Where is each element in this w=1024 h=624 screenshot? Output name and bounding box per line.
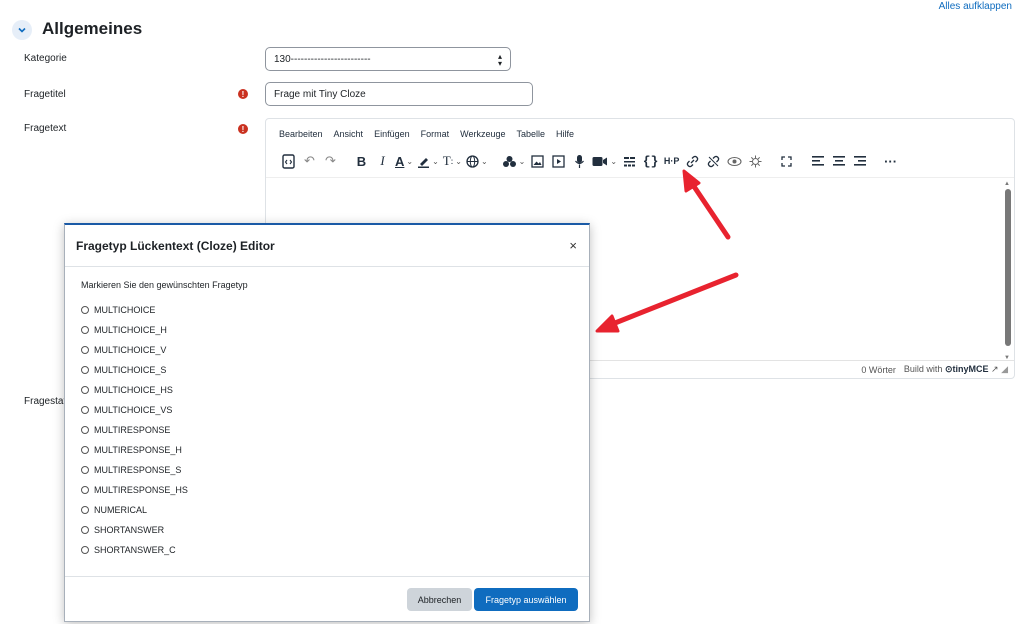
title-value: Frage mit Tiny Cloze: [274, 89, 366, 100]
more-icon[interactable]: ···: [880, 151, 901, 171]
radio-button[interactable]: [81, 346, 89, 354]
required-icon: !: [238, 89, 248, 99]
option-multichoice-v[interactable]: MULTICHOICE_V: [81, 345, 166, 355]
radio-button[interactable]: [81, 306, 89, 314]
radio-button[interactable]: [81, 506, 89, 514]
align-center-icon[interactable]: [828, 151, 849, 171]
editor-toolbar: ↶ ↷ B I A ⌄ ⌄ T: ⌄ ⌄ ⌄ ⌄ {} H·P ···: [278, 151, 901, 171]
section-collapse-toggle[interactable]: [12, 20, 32, 40]
menu-einfuegen[interactable]: Einfügen: [374, 129, 410, 139]
no-autolink-icon[interactable]: [724, 151, 745, 171]
media-icon[interactable]: [548, 151, 569, 171]
radio-button[interactable]: [81, 526, 89, 534]
option-multichoice-s[interactable]: MULTICHOICE_S: [81, 365, 166, 375]
close-icon[interactable]: ×: [569, 238, 577, 253]
option-multichoice-vs[interactable]: MULTICHOICE_VS: [81, 405, 172, 415]
special-chars-icon[interactable]: [745, 151, 766, 171]
source-code-icon[interactable]: [278, 151, 299, 171]
title-label: Fragetitel: [24, 89, 66, 100]
radio-button[interactable]: [81, 326, 89, 334]
option-multiresponse-h[interactable]: MULTIRESPONSE_H: [81, 445, 182, 455]
category-label: Kategorie: [24, 53, 67, 64]
image-icon[interactable]: [527, 151, 548, 171]
option-multiresponse-hs[interactable]: MULTIRESPONSE_HS: [81, 485, 188, 495]
option-multichoice-h[interactable]: MULTICHOICE_H: [81, 325, 167, 335]
align-right-icon[interactable]: [849, 151, 870, 171]
radio-button[interactable]: [81, 466, 89, 474]
menu-hilfe[interactable]: Hilfe: [556, 129, 574, 139]
title-input[interactable]: Frage mit Tiny Cloze: [265, 82, 533, 106]
bold-icon[interactable]: B: [351, 151, 372, 171]
redo-icon[interactable]: ↷: [320, 151, 341, 171]
radio-button[interactable]: [81, 486, 89, 494]
highlight-icon[interactable]: ⌄: [415, 151, 441, 171]
external-link-icon[interactable]: ↗: [991, 364, 999, 374]
option-numerical[interactable]: NUMERICAL: [81, 505, 147, 515]
select-question-type-button[interactable]: Fragetyp auswählen: [474, 588, 578, 611]
radio-button[interactable]: [81, 546, 89, 554]
menu-werkzeuge[interactable]: Werkzeuge: [460, 129, 505, 139]
dialog-footer: Abbrechen Fragetyp auswählen: [65, 576, 589, 621]
radio-button[interactable]: [81, 366, 89, 374]
cancel-button[interactable]: Abbrechen: [407, 588, 472, 611]
option-shortanswer[interactable]: SHORTANSWER: [81, 525, 164, 535]
language-icon[interactable]: ⌄: [464, 151, 490, 171]
option-multichoice[interactable]: MULTICHOICE: [81, 305, 155, 315]
menu-format[interactable]: Format: [421, 129, 450, 139]
cloze-editor-dialog: Fragetyp Lückentext (Cloze) Editor × Mar…: [64, 223, 590, 622]
editor-scrollbar[interactable]: ▲ ▼: [1004, 181, 1012, 361]
text-color-icon[interactable]: A ⌄: [393, 151, 415, 171]
scroll-up-icon[interactable]: ▲: [1004, 181, 1010, 187]
radio-button[interactable]: [81, 386, 89, 394]
menu-tabelle[interactable]: Tabelle: [516, 129, 545, 139]
dialog-header: Fragetyp Lückentext (Cloze) Editor ×: [65, 225, 589, 267]
resize-handle-icon[interactable]: ◢: [1001, 364, 1008, 374]
radio-button[interactable]: [81, 446, 89, 454]
category-select[interactable]: 130------------------------ ▴ ▾: [265, 47, 511, 71]
dialog-instruction: Markieren Sie den gewünschten Fragetyp: [81, 280, 248, 290]
equation-icon[interactable]: {}: [640, 151, 661, 171]
unlink-icon[interactable]: [703, 151, 724, 171]
status-label: Fragestat: [24, 396, 67, 407]
tinymce-logo[interactable]: ⊙tinyMCE: [945, 364, 989, 374]
chevron-down-icon: [18, 27, 26, 33]
undo-icon[interactable]: ↶: [299, 151, 320, 171]
link-icon[interactable]: [682, 151, 703, 171]
menu-ansicht[interactable]: Ansicht: [334, 129, 364, 139]
fullscreen-icon[interactable]: [776, 151, 797, 171]
font-size-icon[interactable]: T: ⌄: [441, 151, 464, 171]
option-shortanswer-c[interactable]: SHORTANSWER_C: [81, 545, 176, 555]
accessibility-icon[interactable]: ⌄: [500, 151, 528, 171]
scrollbar-thumb[interactable]: [1005, 189, 1011, 346]
h5p-icon[interactable]: H·P: [661, 151, 682, 171]
option-multichoice-hs[interactable]: MULTICHOICE_HS: [81, 385, 173, 395]
build-with-text: Build with ⊙tinyMCE ↗ ◢: [903, 364, 1008, 374]
category-value: 130------------------------: [274, 54, 371, 65]
option-multiresponse-s[interactable]: MULTIRESPONSE_S: [81, 465, 181, 475]
text-label: Fragetext: [24, 123, 67, 134]
align-left-icon[interactable]: [807, 151, 828, 171]
radio-button[interactable]: [81, 426, 89, 434]
section-title: Allgemeines: [42, 19, 143, 38]
required-icon: !: [238, 124, 248, 134]
menu-bearbeiten[interactable]: Bearbeiten: [279, 129, 323, 139]
select-caret-icon: ▴ ▾: [497, 52, 502, 68]
expand-all-link[interactable]: Alles aufklappen: [939, 1, 1012, 12]
word-count: 0 Wörter: [861, 364, 896, 375]
italic-icon[interactable]: I: [372, 151, 393, 171]
dialog-title: Fragetyp Lückentext (Cloze) Editor: [76, 239, 275, 253]
record-audio-icon[interactable]: [569, 151, 590, 171]
record-video-icon[interactable]: ⌄: [590, 151, 619, 171]
editor-menubar: Bearbeiten Ansicht Einfügen Format Werkz…: [279, 129, 574, 139]
radio-button[interactable]: [81, 406, 89, 414]
cloze-icon[interactable]: [619, 151, 640, 171]
option-multiresponse[interactable]: MULTIRESPONSE: [81, 425, 170, 435]
